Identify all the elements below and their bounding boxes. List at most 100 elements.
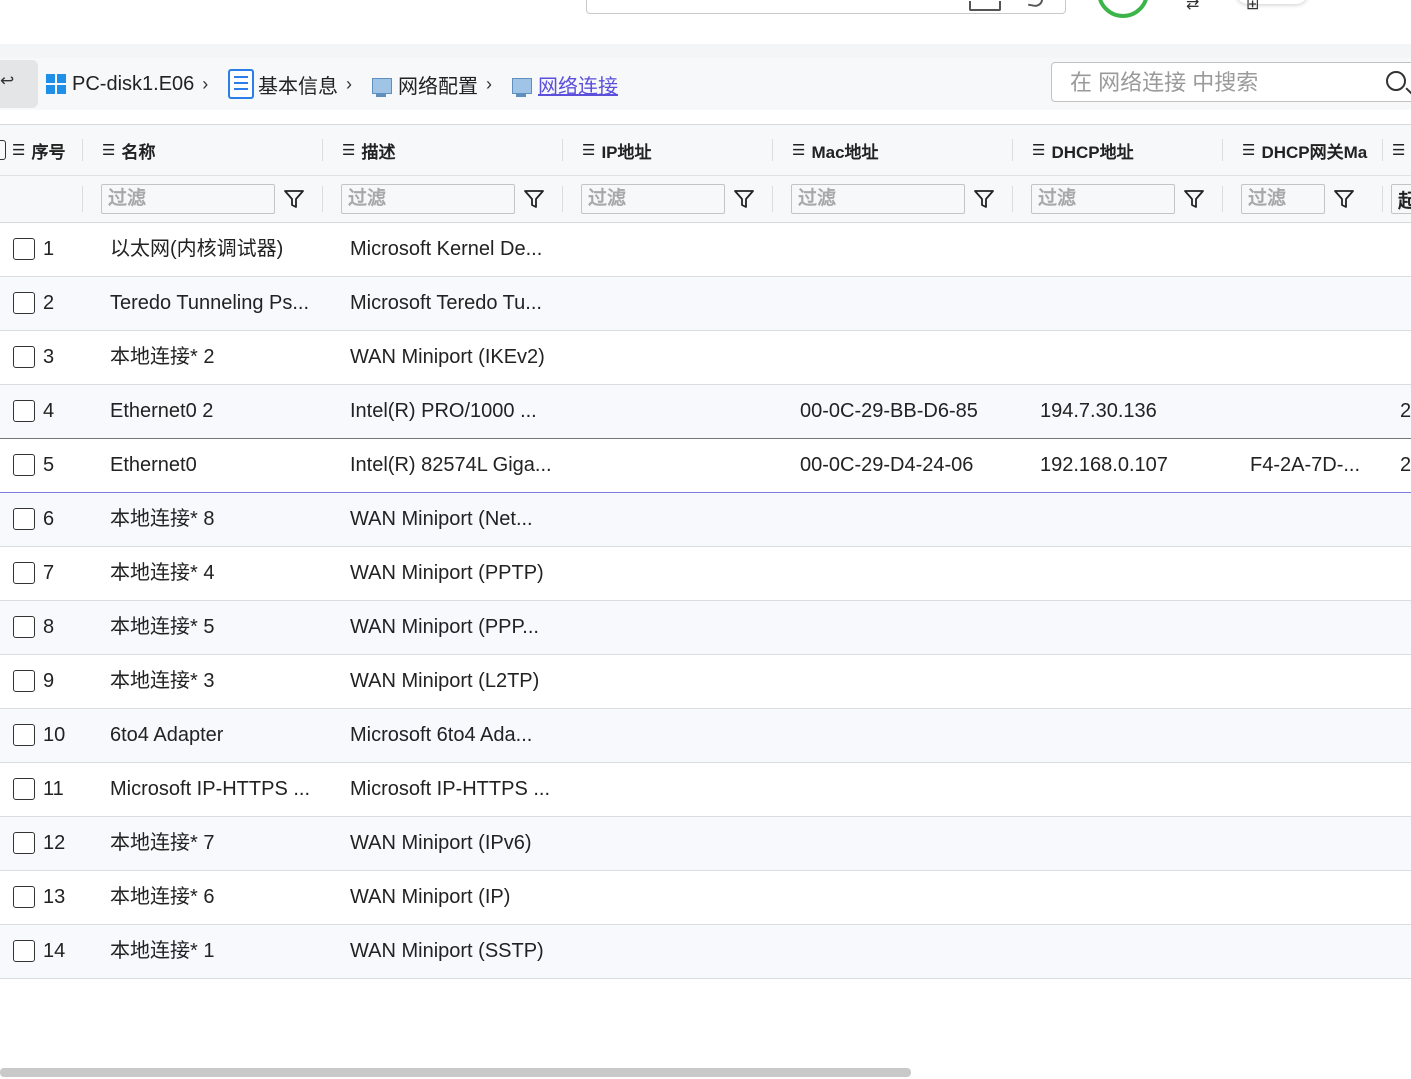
layout-icon[interactable]: ⊞ bbox=[1246, 0, 1259, 14]
filter-description[interactable] bbox=[341, 184, 515, 214]
cell-name: 本地连接* 1 bbox=[110, 940, 215, 962]
table-row[interactable]: 11 Microsoft IP-HTTPS ... Microsoft IP-HTT… bbox=[0, 763, 1411, 817]
cell-desc: Intel(R) PRO/1000 ... bbox=[350, 400, 537, 422]
breadcrumb-label[interactable]: 网络连接 bbox=[538, 70, 618, 99]
cell-desc: WAN Miniport (PPP... bbox=[350, 616, 539, 638]
filter-ip[interactable] bbox=[581, 184, 725, 214]
column-divider[interactable] bbox=[1382, 139, 1383, 161]
filter-icon[interactable] bbox=[523, 188, 545, 210]
filter-input[interactable] bbox=[102, 185, 274, 213]
table-row[interactable]: 5 Ethernet0 Intel(R) 82574L Giga... 00-0C-2… bbox=[0, 439, 1411, 493]
table-row[interactable]: 3 本地连接* 2 WAN Miniport (IKEv2) bbox=[0, 331, 1411, 385]
back-icon[interactable]: ↩ bbox=[0, 60, 38, 108]
column-header-ip[interactable]: ☰ IP地址 bbox=[582, 125, 762, 175]
row-checkbox[interactable] bbox=[13, 724, 35, 746]
column-menu-icon[interactable]: ☰ bbox=[1242, 141, 1255, 159]
column-header-label: 序号 bbox=[31, 142, 66, 162]
column-divider[interactable] bbox=[1222, 139, 1223, 161]
cell-name: 以太网(内核调试器) bbox=[110, 238, 284, 260]
filter-icon[interactable] bbox=[973, 188, 995, 210]
column-divider[interactable] bbox=[772, 139, 773, 161]
filter-dhcp[interactable] bbox=[1031, 184, 1175, 214]
column-header-label: Mac地址 bbox=[811, 142, 879, 162]
filter-input[interactable] bbox=[342, 185, 514, 213]
cell-desc: Microsoft Teredo Tu... bbox=[350, 292, 542, 314]
table-row[interactable]: 4 Ethernet0 2 Intel(R) PRO/1000 ... 00-0C-2… bbox=[0, 385, 1411, 439]
column-menu-icon[interactable]: ☰ bbox=[582, 141, 595, 159]
filter-input[interactable] bbox=[792, 185, 964, 213]
row-checkbox[interactable] bbox=[13, 940, 35, 962]
row-checkbox[interactable] bbox=[13, 670, 35, 692]
column-header-index[interactable]: ☰ 序号 bbox=[12, 125, 78, 175]
column-menu-icon[interactable]: ☰ bbox=[12, 141, 25, 159]
table-header: ☰ 序号 ☰ 名称 ☰ 描述 ☰ IP地址 ☰ Mac地址 ☰ DHCP地址 ☰… bbox=[0, 124, 1411, 176]
keyboard-icon[interactable] bbox=[969, 1, 1001, 11]
switch-icon[interactable]: ⇄ bbox=[1186, 0, 1199, 14]
cell-desc: Microsoft Kernel De... bbox=[350, 238, 543, 260]
row-checkbox[interactable] bbox=[13, 616, 35, 638]
row-checkbox[interactable] bbox=[13, 832, 35, 854]
search-box[interactable] bbox=[1051, 62, 1411, 102]
column-header-name[interactable]: ☰ 名称 bbox=[102, 125, 312, 175]
row-checkbox[interactable] bbox=[13, 886, 35, 908]
filter-extra[interactable] bbox=[1391, 184, 1411, 214]
table-row[interactable]: 9 本地连接* 3 WAN Miniport (L2TP) bbox=[0, 655, 1411, 709]
search-icon[interactable] bbox=[1027, 0, 1045, 9]
column-menu-icon[interactable]: ☰ bbox=[792, 141, 805, 159]
table-row[interactable]: 2 Teredo Tunneling Ps... Microsoft Teredo … bbox=[0, 277, 1411, 331]
column-header-mac[interactable]: ☰ Mac地址 bbox=[792, 125, 1002, 175]
filter-icon[interactable] bbox=[1333, 188, 1355, 210]
top-search-box[interactable] bbox=[586, 0, 1066, 14]
row-index: 13 bbox=[43, 886, 66, 908]
row-checkbox[interactable] bbox=[13, 562, 35, 584]
filter-dhcp-gateway-mac[interactable] bbox=[1241, 184, 1325, 214]
column-divider[interactable] bbox=[562, 139, 563, 161]
filter-icon[interactable] bbox=[1183, 188, 1205, 210]
filter-icon[interactable] bbox=[283, 188, 305, 210]
column-menu-icon[interactable]: ☰ bbox=[102, 141, 115, 159]
search-icon[interactable] bbox=[1386, 71, 1406, 91]
column-divider[interactable] bbox=[1012, 139, 1013, 161]
column-header-extra[interactable]: ☰ bbox=[1392, 125, 1411, 175]
table-row[interactable]: 13 本地连接* 6 WAN Miniport (IP) bbox=[0, 871, 1411, 925]
search-input[interactable] bbox=[1068, 69, 1372, 97]
table-row[interactable]: 14 本地连接* 1 WAN Miniport (SSTP) bbox=[0, 925, 1411, 979]
table-row[interactable]: 1 以太网(内核调试器) Microsoft Kernel De... bbox=[0, 223, 1411, 277]
column-divider[interactable] bbox=[82, 139, 83, 161]
column-header-label: IP地址 bbox=[601, 142, 652, 162]
table-row[interactable]: 8 本地连接* 5 WAN Miniport (PPP... bbox=[0, 601, 1411, 655]
column-header-description[interactable]: ☰ 描述 bbox=[342, 125, 552, 175]
table-row[interactable]: 7 本地连接* 4 WAN Miniport (PPTP) bbox=[0, 547, 1411, 601]
filter-input[interactable] bbox=[1032, 185, 1174, 213]
breadcrumb-item-network-config[interactable]: 网络配置 › bbox=[372, 68, 492, 100]
row-checkbox[interactable] bbox=[13, 508, 35, 530]
breadcrumb-item-network-connections[interactable]: 网络连接 bbox=[512, 68, 618, 100]
column-divider[interactable] bbox=[322, 139, 323, 161]
row-checkbox[interactable] bbox=[13, 346, 35, 368]
table-row[interactable]: 12 本地连接* 7 WAN Miniport (IPv6) bbox=[0, 817, 1411, 871]
table-row[interactable]: 10 6to4 Adapter Microsoft 6to4 Ada... bbox=[0, 709, 1411, 763]
column-menu-icon[interactable]: ☰ bbox=[342, 141, 355, 159]
row-checkbox[interactable] bbox=[13, 292, 35, 314]
breadcrumb-label: 网络配置 bbox=[398, 75, 478, 98]
table-row[interactable]: 6 本地连接* 8 WAN Miniport (Net... bbox=[0, 493, 1411, 547]
select-all-checkbox[interactable] bbox=[0, 140, 6, 160]
row-checkbox[interactable] bbox=[13, 778, 35, 800]
row-checkbox[interactable] bbox=[13, 454, 35, 476]
breadcrumb-item-basic-info[interactable]: 基本信息 › bbox=[228, 68, 352, 100]
horizontal-scrollbar[interactable] bbox=[0, 1068, 911, 1077]
filter-input[interactable] bbox=[1392, 185, 1411, 213]
row-checkbox[interactable] bbox=[13, 238, 35, 260]
filter-input[interactable] bbox=[582, 185, 724, 213]
filter-input[interactable] bbox=[1242, 185, 1324, 213]
column-menu-icon[interactable]: ☰ bbox=[1392, 141, 1405, 159]
filter-icon[interactable] bbox=[733, 188, 755, 210]
row-checkbox[interactable] bbox=[13, 400, 35, 422]
filter-mac[interactable] bbox=[791, 184, 965, 214]
filter-name[interactable] bbox=[101, 184, 275, 214]
status-ring-icon[interactable] bbox=[1097, 0, 1149, 18]
column-header-dhcp[interactable]: ☰ DHCP地址 bbox=[1032, 125, 1212, 175]
column-header-dhcp-gateway-mac[interactable]: ☰ DHCP网关Ma bbox=[1242, 125, 1375, 175]
breadcrumb-item-device[interactable]: PC-disk1.E06 › bbox=[46, 68, 208, 100]
column-menu-icon[interactable]: ☰ bbox=[1032, 141, 1045, 159]
